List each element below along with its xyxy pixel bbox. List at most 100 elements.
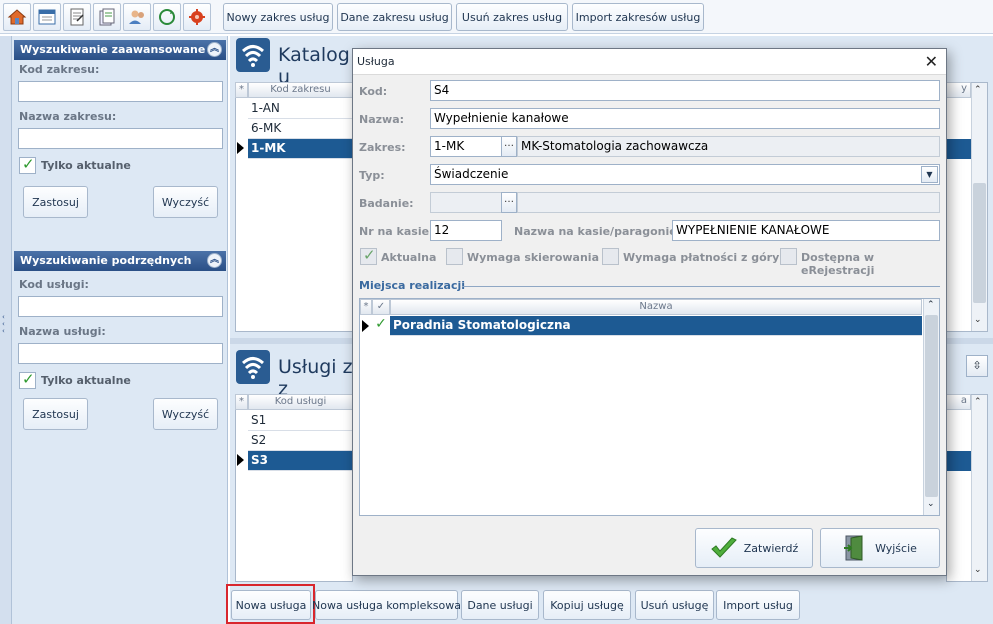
check-icon: ✓ <box>363 246 376 264</box>
documents-icon[interactable] <box>63 3 91 31</box>
service-row[interactable]: S1 <box>248 411 353 431</box>
exit-door-icon <box>844 535 863 561</box>
exit-button[interactable]: Wyjście <box>820 528 940 568</box>
range-details-button[interactable]: Dane zakresu usług <box>337 3 452 31</box>
range-picker-button[interactable]: … <box>501 136 517 157</box>
place-row-selected[interactable]: Poradnia Stomatologiczna <box>390 316 922 336</box>
active-label: Aktualna <box>381 251 437 264</box>
sidebar-collapse-strip[interactable]: ‹ ‹ ‹ <box>0 36 12 624</box>
range-name-input[interactable] <box>18 128 223 149</box>
confirm-label: Zatwierdź <box>743 541 799 555</box>
places-scrollbar[interactable]: ⌃ ⌄ <box>923 299 939 515</box>
scroll-down-icon[interactable]: ⌄ <box>927 499 935 509</box>
wifi-logo-icon <box>236 38 270 72</box>
range-code-field[interactable]: 1-MK <box>430 136 502 157</box>
apply-button[interactable]: Zastosuj <box>23 186 88 218</box>
exam-label: Badanie: <box>359 197 414 210</box>
home-icon[interactable] <box>3 3 31 31</box>
scroll-up-icon[interactable]: ⌃ <box>974 85 982 95</box>
section-divider <box>462 286 940 287</box>
delete-service-button[interactable]: Usuń usługę <box>635 590 714 620</box>
import-services-button[interactable]: Import usług <box>716 590 800 620</box>
catalog-row-selected[interactable]: 1-MK <box>248 139 353 159</box>
service-name-input[interactable] <box>18 343 223 364</box>
scroll-up-icon[interactable]: ⌃ <box>927 300 935 310</box>
row-pointer-icon <box>237 142 244 154</box>
name-input[interactable]: Wypełnienie kanałowe <box>430 108 940 129</box>
import-ranges-button[interactable]: Import zakresów usług <box>572 3 704 31</box>
advanced-search-header[interactable]: Wyszukiwanie zaawansowane ︽ <box>14 40 226 60</box>
scroll-up-icon[interactable]: ⌃ <box>974 397 982 407</box>
active-checkbox[interactable]: ✓ <box>360 246 377 265</box>
places-section-title: Miejsca realizacji <box>359 279 466 292</box>
catalog-header-tail: y <box>946 82 971 98</box>
expand-collapse-icon[interactable]: ⇳ <box>966 355 988 377</box>
code-input[interactable]: S4 <box>430 80 940 101</box>
type-label: Typ: <box>359 169 385 182</box>
confirm-button[interactable]: Zatwierdź <box>695 528 813 568</box>
receipt-name-input[interactable]: WYPEŁNIENIE KANAŁOWE <box>672 220 940 241</box>
service-code-input[interactable] <box>18 296 223 317</box>
referral-checkbox[interactable] <box>446 248 463 265</box>
new-complex-service-button[interactable]: Nowa usługa kompleksowa <box>312 590 461 620</box>
users-icon[interactable] <box>123 3 151 31</box>
type-select[interactable]: Świadczenie ▼ <box>430 164 940 185</box>
check-column-header: ✓ <box>372 299 390 315</box>
files-icon[interactable] <box>93 3 121 31</box>
row-marker-header: * <box>360 299 372 315</box>
services-scrollbar[interactable]: ⌃ ⌄ <box>971 395 987 581</box>
dialog-titlebar: Usługa ✕ <box>353 49 946 75</box>
scroll-down-icon[interactable]: ⌄ <box>974 565 982 575</box>
scroll-thumb[interactable] <box>973 183 986 303</box>
calendar-icon[interactable] <box>33 3 61 31</box>
catalog-selected-tail <box>946 139 971 159</box>
receipt-name-label: Nazwa na kasie/paragonie: <box>514 225 682 238</box>
service-row[interactable]: S2 <box>248 431 353 451</box>
range-label: Zakres: <box>359 141 406 154</box>
collapse-icon[interactable]: ︽ <box>207 42 222 57</box>
sub-search-header[interactable]: Wyszukiwanie podrzędnych ︽ <box>14 251 226 271</box>
catalog-row[interactable]: 6-MK <box>248 119 353 139</box>
delete-range-button[interactable]: Usuń zakres usług <box>456 3 568 31</box>
catalog-column-header[interactable]: Kod zakresu <box>248 82 353 98</box>
check-icon: ✓ <box>22 370 35 388</box>
copy-service-button[interactable]: Kopiuj usługę <box>543 590 631 620</box>
eregistration-checkbox[interactable] <box>780 248 797 265</box>
only-current-checkbox[interactable]: ✓ <box>19 155 36 174</box>
services-column-header[interactable]: Kod usługi <box>248 394 353 410</box>
only-current-checkbox-sub[interactable]: ✓ <box>19 370 36 389</box>
range-code-input[interactable] <box>18 81 223 102</box>
collapse-arrows-icon: ‹ ‹ ‹ <box>2 313 5 335</box>
clear-button-sub[interactable]: Wyczyść <box>153 398 218 430</box>
catalog-row[interactable]: 1-AN <box>248 99 353 119</box>
refresh-icon[interactable] <box>153 3 181 31</box>
row-marker-header: * <box>235 394 248 410</box>
apply-button-sub[interactable]: Zastosuj <box>23 398 88 430</box>
exam-picker-button[interactable]: … <box>501 192 517 213</box>
close-icon[interactable]: ✕ <box>925 52 938 71</box>
range-name-field: MK-Stomatologia zachowawcza <box>517 136 940 157</box>
register-number-input[interactable]: 12 <box>430 220 502 241</box>
scroll-down-icon[interactable]: ⌄ <box>974 315 982 325</box>
chevron-down-icon[interactable]: ▼ <box>921 166 938 183</box>
dialog-title: Usługa <box>357 55 395 68</box>
service-details-button[interactable]: Dane usługi <box>461 590 539 620</box>
collapse-icon[interactable]: ︽ <box>207 253 222 268</box>
catalog-scrollbar[interactable]: ⌃ ⌄ <box>971 83 987 331</box>
settings-icon[interactable] <box>183 3 211 31</box>
places-column-header[interactable]: Nazwa <box>390 299 922 315</box>
clear-button[interactable]: Wyczyść <box>153 186 218 218</box>
type-value: Świadczenie <box>434 167 509 181</box>
prepayment-checkbox[interactable] <box>602 248 619 265</box>
wifi-logo-icon <box>236 350 270 384</box>
advanced-search-title: Wyszukiwanie zaawansowane <box>20 43 206 56</box>
service-row-selected[interactable]: S3 <box>248 451 353 471</box>
new-service-button[interactable]: Nowa usługa <box>231 590 311 620</box>
place-check-icon[interactable]: ✓ <box>372 316 390 336</box>
scroll-thumb[interactable] <box>925 315 938 497</box>
checkmark-icon <box>710 537 737 558</box>
new-range-button[interactable]: Nowy zakres usług <box>223 3 333 31</box>
exam-name-field <box>517 192 940 213</box>
sub-search-title: Wyszukiwanie podrzędnych <box>20 254 192 267</box>
top-toolbar: Nowy zakres usług Dane zakresu usług Usu… <box>0 0 993 34</box>
